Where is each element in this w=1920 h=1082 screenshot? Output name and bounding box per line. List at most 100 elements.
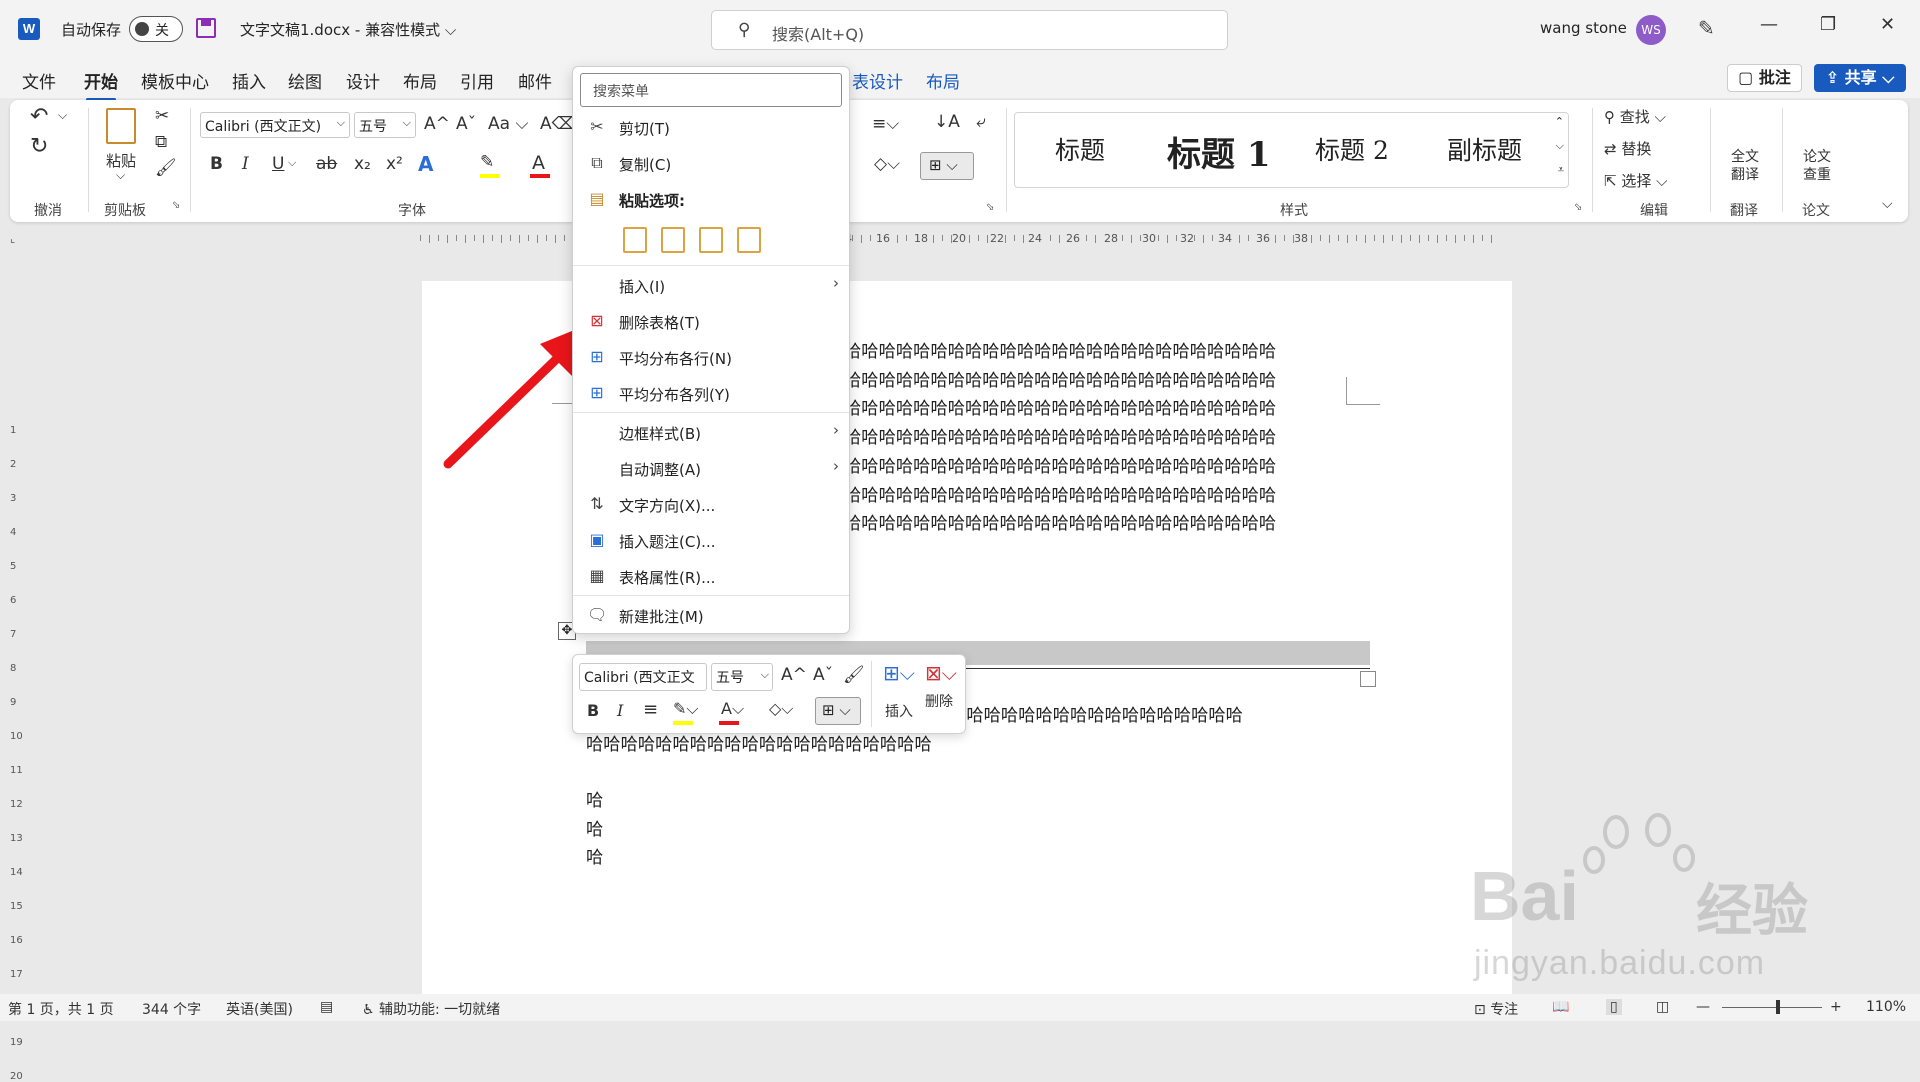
table-resize-handle[interactable] (1360, 671, 1376, 687)
paste-picture-icon[interactable] (699, 227, 723, 253)
tab-table-layout[interactable]: 布局 (926, 68, 960, 93)
menu-item-border-styles[interactable]: 边框样式(B) › (573, 415, 849, 449)
tab-file[interactable]: 文件 (22, 68, 56, 93)
copy-icon[interactable]: ⧉ (155, 132, 167, 152)
delete-table-icon[interactable]: ⊠⌵ (925, 661, 957, 685)
paragraph-line[interactable]: 哈 (586, 843, 603, 868)
table-cell-text[interactable]: 哈哈哈哈哈哈哈哈哈哈哈哈哈哈哈哈哈哈哈哈哈哈哈哈哈 (844, 394, 1276, 419)
table-cell-text[interactable]: 哈哈哈哈哈哈哈哈哈哈哈哈哈哈哈哈哈哈哈哈哈哈哈哈哈 (844, 423, 1276, 448)
clear-format-icon[interactable]: A⌫ (540, 114, 576, 134)
mini-font-name-select[interactable]: Calibri (西文正文 (579, 663, 707, 691)
save-icon[interactable] (196, 18, 216, 38)
focus-mode[interactable]: ⊡ 专注 (1474, 999, 1518, 1019)
superscript-icon[interactable]: x² (386, 154, 403, 174)
accessibility-status[interactable]: ♿ 辅助功能: 一切就绪 (362, 999, 500, 1019)
center-align-icon[interactable]: ≡ (643, 699, 658, 720)
bold-icon[interactable]: B (587, 701, 599, 720)
menu-item-distribute-columns[interactable]: ⊞ 平均分布各列(Y) (573, 376, 849, 410)
document-title[interactable]: 文字文稿1.docx - 兼容性模式 ⌵ (240, 19, 456, 40)
avatar[interactable]: WS (1636, 15, 1666, 45)
zoom-out-icon[interactable]: — (1696, 999, 1710, 1015)
menu-item-autofit[interactable]: 自动调整(A) › (573, 451, 849, 485)
shading-icon[interactable]: ◇⌵ (874, 154, 900, 174)
cut-icon[interactable]: ✂ (155, 106, 169, 126)
menu-search-input[interactable]: 搜索菜单 (580, 73, 842, 107)
track-changes-icon[interactable]: ▤ (320, 999, 333, 1015)
tab-draw[interactable]: 绘图 (288, 68, 322, 93)
sort-icon[interactable]: ↓A (934, 112, 960, 132)
page-count[interactable]: 第 1 页，共 1 页 (8, 999, 114, 1019)
table-cell-text[interactable]: 哈哈哈哈哈哈哈哈哈哈哈哈哈哈哈哈哈哈哈哈哈哈哈哈哈 (844, 509, 1276, 534)
menu-item-insert[interactable]: 插入(I) › (573, 268, 849, 302)
styles-scroll-down-icon[interactable]: ⌵ (1556, 139, 1564, 153)
autosave-toggle[interactable]: 关 (129, 16, 183, 42)
zoom-in-icon[interactable]: + (1830, 999, 1842, 1015)
undo-icon[interactable]: ↶ (30, 104, 48, 129)
shrink-font-icon[interactable]: Aˇ (456, 114, 476, 134)
insert-table-icon[interactable]: ⊞⌵ (883, 661, 915, 685)
mini-font-size-select[interactable]: 五号 ⌵ (711, 663, 773, 691)
menu-item-copy[interactable]: ⧉ 复制(C) (573, 146, 849, 180)
styles-scroll-up-icon[interactable]: ⌃ (1555, 115, 1564, 128)
close-button[interactable]: ✕ (1880, 14, 1895, 35)
redo-icon[interactable]: ↻ (30, 134, 48, 159)
mini-insert-label[interactable]: 插入 (885, 701, 913, 721)
grow-font-icon[interactable]: A^ (424, 114, 450, 134)
subscript-icon[interactable]: x₂ (354, 154, 371, 174)
paper-check-button[interactable]: 论文查重 (1800, 148, 1834, 184)
paragraph-line[interactable]: 哈 (586, 815, 603, 840)
dialog-launcher-icon[interactable]: ⬂ (172, 200, 180, 211)
menu-item-distribute-rows[interactable]: ⊞ 平均分布各行(N) (573, 340, 849, 374)
tab-insert[interactable]: 插入 (232, 68, 266, 93)
search-box[interactable]: ⚲ 搜索(Alt+Q) (711, 10, 1228, 50)
borders-button[interactable]: ⊞ ⌵ (815, 697, 861, 725)
italic-icon[interactable]: I (242, 154, 249, 174)
paste-merge-format-icon[interactable] (661, 227, 685, 253)
style-heading[interactable]: 标题 (1055, 131, 1105, 167)
select-button[interactable]: ⇱ 选择 ⌵ (1604, 170, 1668, 191)
minimize-button[interactable]: — (1760, 14, 1778, 35)
comment-button[interactable]: ▢ 批注 (1727, 64, 1802, 92)
menu-item-delete-table[interactable]: ⊠ 删除表格(T) (573, 304, 849, 338)
designer-pen-icon[interactable]: ✎ (1698, 16, 1715, 40)
language-indicator[interactable]: 英语(美国) (226, 999, 293, 1019)
style-heading1[interactable]: 标题 1 (1167, 127, 1271, 176)
full-translate-button[interactable]: 全文翻译 (1728, 148, 1762, 184)
italic-icon[interactable]: I (617, 701, 623, 720)
paste-icon[interactable] (106, 108, 136, 144)
paste-keep-source-icon[interactable] (623, 227, 647, 253)
menu-item-cut[interactable]: ✂ 剪切(T) (573, 110, 849, 144)
font-color-icon[interactable]: A⌵ (721, 699, 744, 719)
text-effects-icon[interactable]: A (418, 152, 433, 176)
paragraph-line[interactable]: 哈 (586, 786, 603, 811)
underline-dropdown-icon[interactable]: ⌵ (288, 156, 296, 170)
tab-table-design[interactable]: 表设计 (852, 68, 903, 93)
user-name[interactable]: wang stone (1540, 19, 1627, 37)
paste-text-only-icon[interactable] (737, 227, 761, 253)
mini-delete-label[interactable]: 删除 (925, 691, 953, 711)
table-cell-text[interactable]: 哈哈哈哈哈哈哈哈哈哈哈哈哈哈哈哈哈哈哈哈哈哈哈哈哈 (844, 366, 1276, 391)
find-button[interactable]: ⚲ 查找 ⌵ (1604, 106, 1666, 127)
change-case-icon[interactable]: Aa ⌵ (488, 114, 528, 134)
style-subtitle[interactable]: 副标题 (1447, 131, 1522, 167)
highlight-icon[interactable]: ✎ (480, 152, 494, 172)
dialog-launcher-icon[interactable]: ⬂ (1574, 202, 1582, 213)
dialog-launcher-icon[interactable]: ⬂ (986, 202, 994, 213)
web-layout-icon[interactable]: ◫ (1656, 999, 1669, 1015)
table-cell-text[interactable]: 哈哈哈哈哈哈哈哈哈哈哈哈哈哈哈哈哈哈哈哈哈哈哈哈哈 (844, 337, 1276, 362)
tab-home[interactable]: 开始 (84, 68, 118, 101)
tab-design[interactable]: 设计 (346, 68, 380, 93)
replace-button[interactable]: ⇄ 替换 (1604, 138, 1651, 159)
table-cell-text[interactable]: 哈哈哈哈哈哈哈哈哈哈哈哈哈哈哈哈哈哈哈哈哈哈哈哈哈 (844, 452, 1276, 477)
strikethrough-icon[interactable]: ab (316, 154, 337, 174)
shading-icon[interactable]: ◇⌵ (769, 699, 793, 719)
grow-font-icon[interactable]: A^ (781, 665, 807, 685)
multilevel-list-icon[interactable]: ≡⌵ (872, 114, 899, 134)
zoom-slider-thumb[interactable] (1776, 1000, 1780, 1014)
tab-mailings[interactable]: 邮件 (518, 68, 552, 93)
zoom-level[interactable]: 110% (1866, 999, 1906, 1015)
collapse-ribbon-icon[interactable]: ⌵ (1882, 196, 1893, 212)
zoom-slider[interactable] (1722, 1007, 1822, 1008)
underline-icon[interactable]: U (272, 154, 284, 174)
word-count[interactable]: 344 个字 (142, 999, 201, 1019)
